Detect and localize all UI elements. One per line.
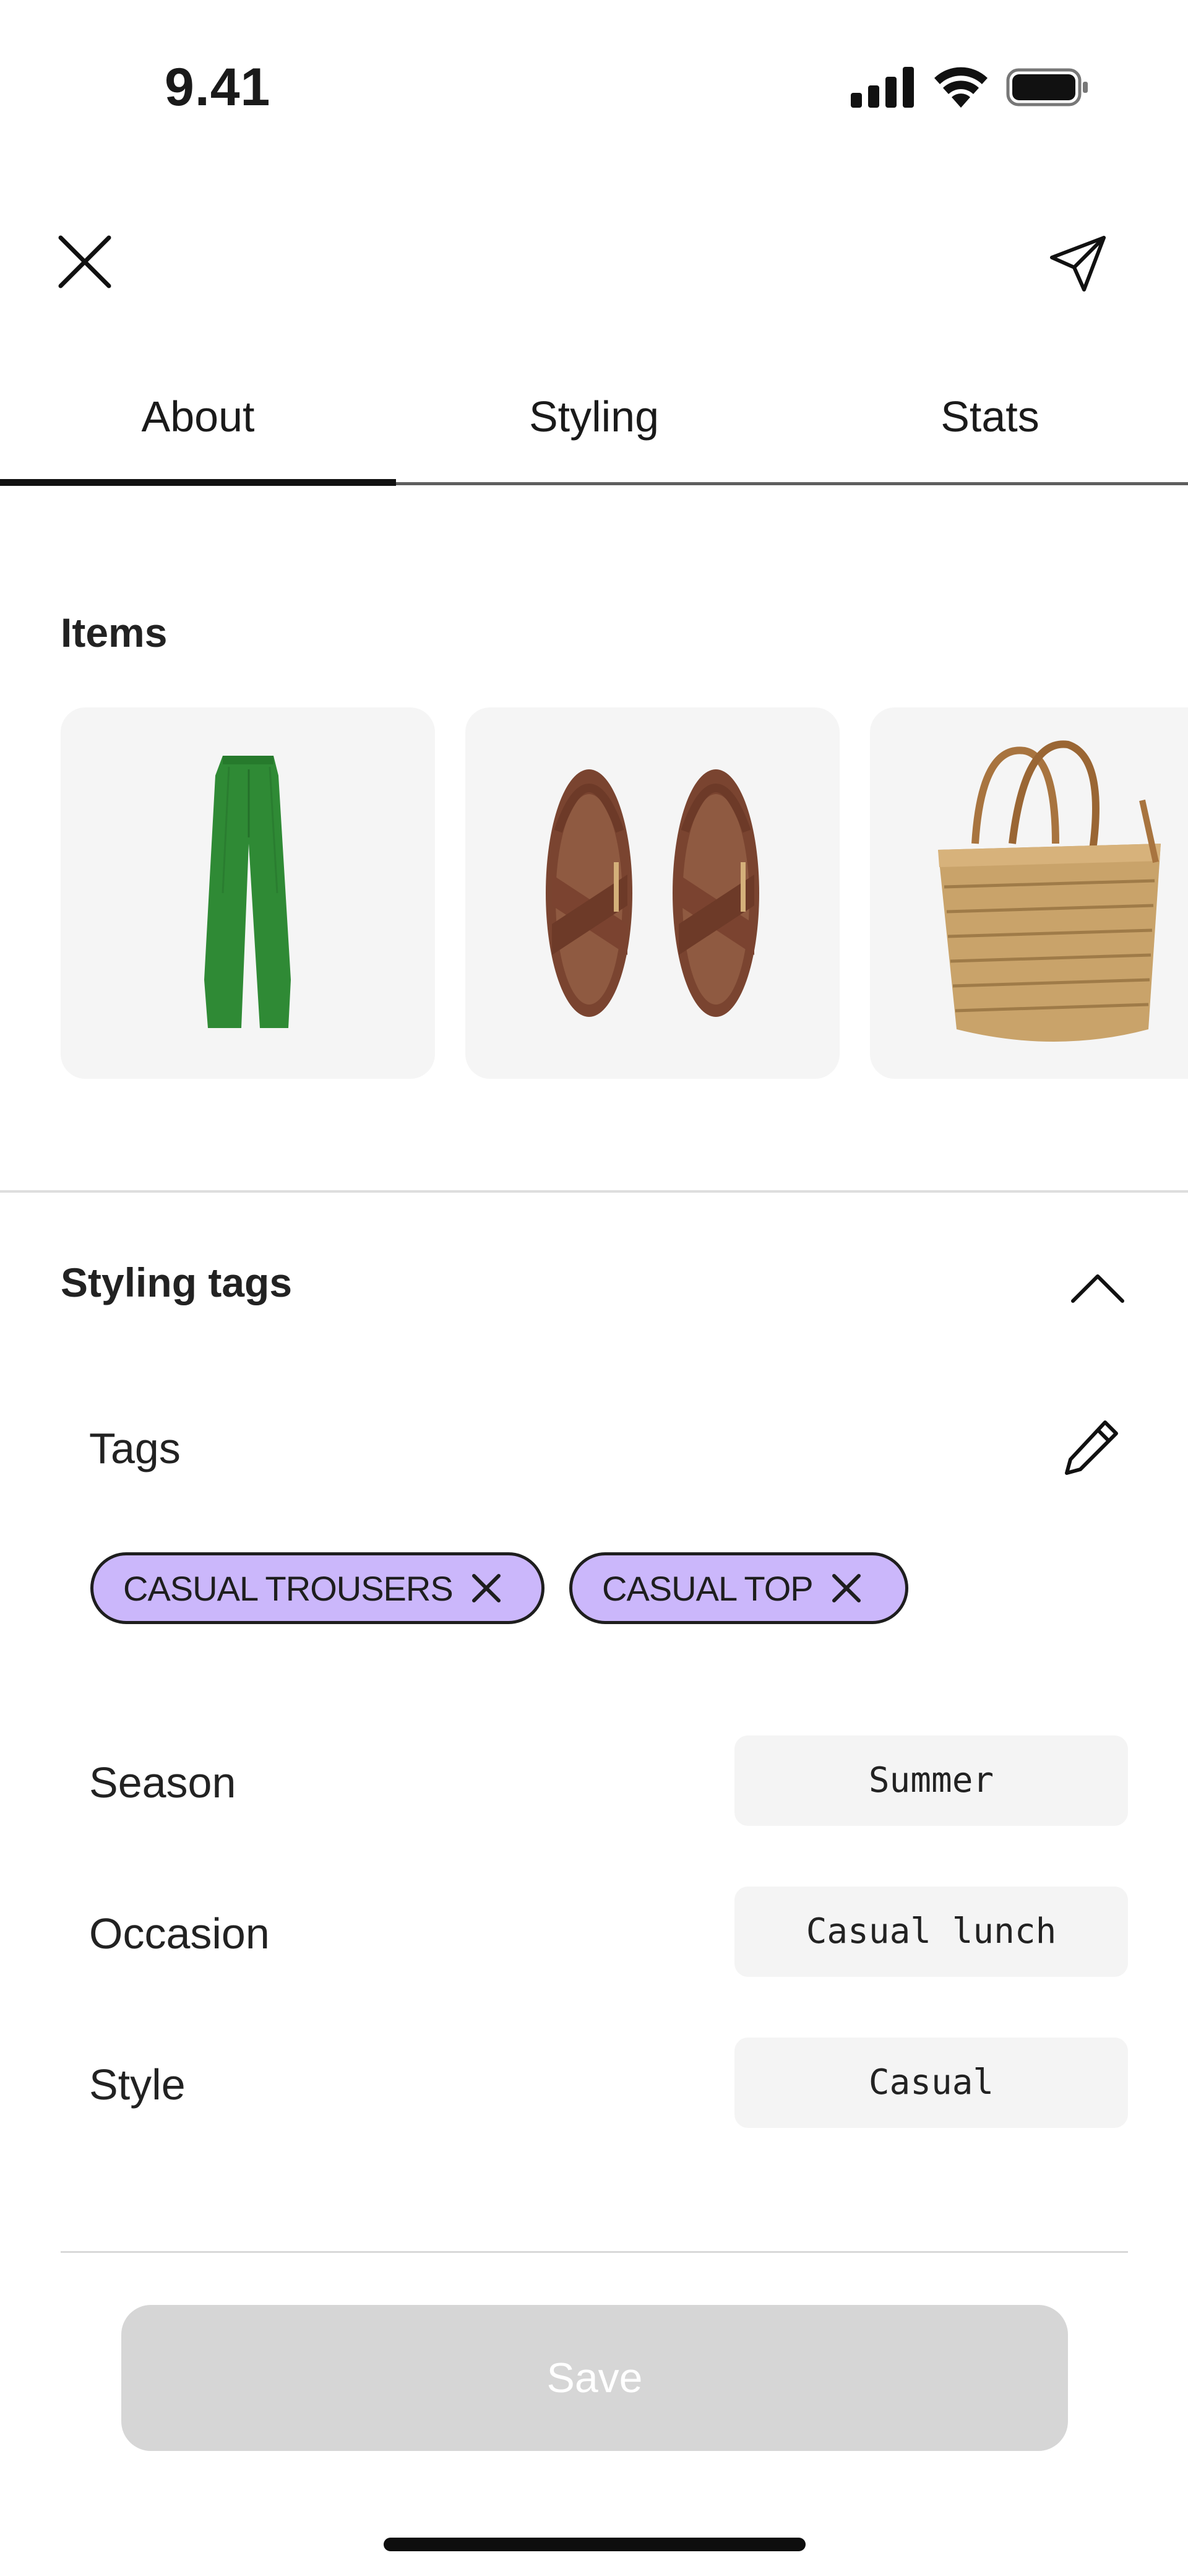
remove-tag-icon[interactable] <box>470 1572 502 1604</box>
close-icon[interactable] <box>57 234 113 290</box>
cellular-signal-icon <box>851 67 914 108</box>
tag-chip-label: CASUAL TROUSERS <box>123 1568 454 1608</box>
item-card-trousers[interactable] <box>61 707 435 1079</box>
status-time: 9.41 <box>165 58 271 117</box>
tab-bar: About Styling Stats <box>0 371 1188 485</box>
tag-chip: CASUAL TOP <box>569 1552 908 1624</box>
home-indicator <box>384 2538 806 2551</box>
tab-about[interactable]: About <box>0 371 396 485</box>
tab-stats[interactable]: Stats <box>792 371 1188 485</box>
battery-icon <box>1006 68 1088 106</box>
tab-active-indicator <box>0 479 396 486</box>
section-divider <box>0 1190 1188 1193</box>
pencil-icon[interactable] <box>1062 1417 1121 1477</box>
item-card-sandals[interactable] <box>465 707 840 1079</box>
style-label: Style <box>89 2060 186 2109</box>
send-icon[interactable] <box>1047 233 1109 295</box>
remove-tag-icon[interactable] <box>830 1572 863 1604</box>
save-button[interactable]: Save <box>121 2305 1068 2451</box>
occasion-label: Occasion <box>89 1909 270 1958</box>
tag-chip: CASUAL TROUSERS <box>90 1552 544 1624</box>
brown-sandals-image <box>546 769 759 1017</box>
item-card-bag[interactable] <box>870 707 1188 1079</box>
occasion-value[interactable]: Casual lunch <box>734 1887 1128 1977</box>
footer-divider <box>61 2251 1128 2253</box>
tab-styling[interactable]: Styling <box>396 371 792 485</box>
items-section-title: Items <box>61 610 168 655</box>
style-value[interactable]: Casual <box>734 2038 1128 2128</box>
woven-straw-bag-image <box>938 740 1161 1042</box>
tags-label: Tags <box>89 1424 181 1472</box>
chevron-up-icon[interactable] <box>1069 1270 1126 1305</box>
wifi-icon <box>934 67 988 108</box>
green-trousers-image <box>204 756 291 1028</box>
tag-chip-label: CASUAL TOP <box>602 1568 814 1608</box>
season-label: Season <box>89 1758 236 1807</box>
styling-tags-title: Styling tags <box>61 1260 293 1305</box>
season-value[interactable]: Summer <box>734 1735 1128 1826</box>
